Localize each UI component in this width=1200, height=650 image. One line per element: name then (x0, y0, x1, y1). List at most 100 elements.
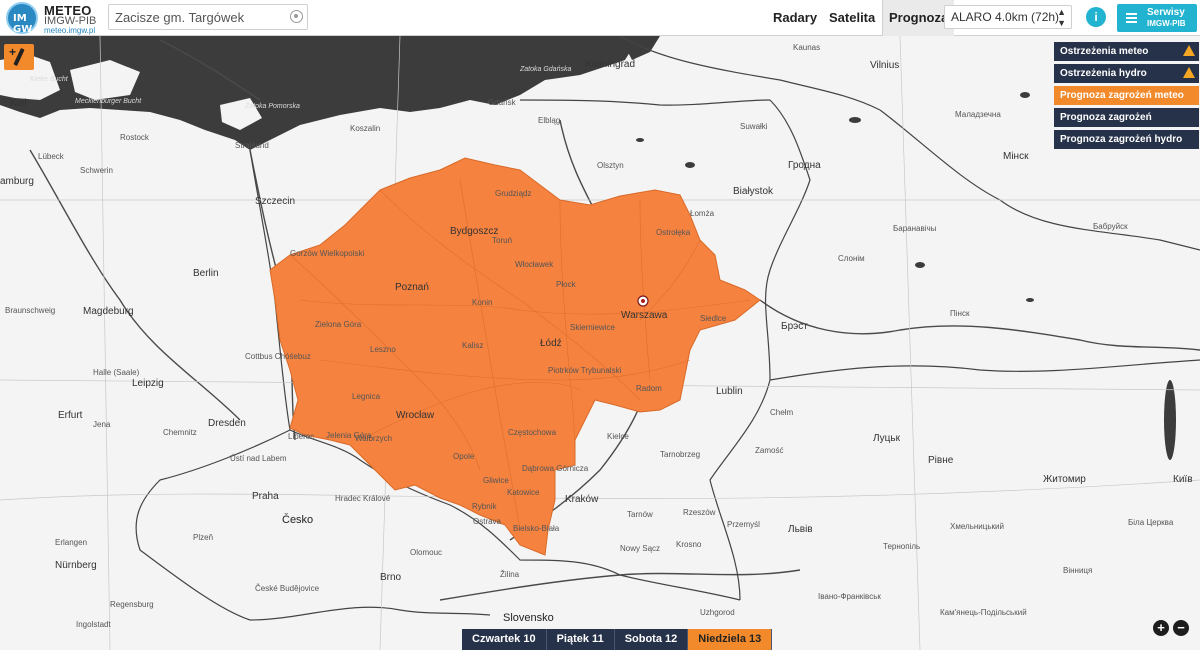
map-label-halle: Halle (Saale) (93, 368, 140, 377)
map-label-kalisz: Kalisz (462, 341, 484, 350)
map-label-lviv: Львів (788, 524, 813, 535)
map-label-jelenia-gora: Jelenia Góra (326, 431, 372, 440)
map-label-ternopil: Тернопіль (883, 542, 921, 551)
map-label-koszalin: Koszalin (350, 124, 381, 133)
map-label-torun: Toruń (492, 236, 513, 245)
map-label-schwerin: Schwerin (80, 166, 113, 175)
map-label-leszno: Leszno (370, 345, 396, 354)
serwisy-button[interactable]: Serwisy IMGW-PIB (1117, 4, 1197, 32)
map-label-praha: Praha (252, 491, 279, 502)
map-label-gliwice: Gliwice (483, 476, 509, 485)
logo-mark: IM GW (13, 13, 33, 35)
layer-label: Ostrzeżenia meteo (1060, 46, 1149, 57)
map-label-regensburg: Regensburg (110, 600, 154, 609)
map-label-gorzow: Gorzów Wielkopolski (290, 249, 365, 258)
map-label-szczecin: Szczecin (255, 196, 296, 207)
layer-prognoza-meteo[interactable]: Prognoza zagrożeń meteo (1054, 86, 1199, 105)
layer-prognoza-drogowych[interactable]: Prognoza zagrożeń drogowych (1054, 108, 1199, 142)
map-label-ivano-frankivsk: Івано-Франківськ (818, 592, 881, 601)
map-label-lubeck: Lübeck (38, 152, 64, 161)
map-label-warszawa: Warszawa (621, 310, 668, 321)
map-label-konin: Konin (472, 298, 493, 307)
layer-ostrzezenia-meteo[interactable]: Ostrzeżenia meteo (1054, 42, 1199, 61)
map-label-gdansk: Gdańsk (488, 98, 516, 107)
map-canvas[interactable]: Kiel Lübeck Schwerin amburg Rostock Stra… (0, 36, 1200, 650)
map-label-ostroleka: Ostrołęka (656, 228, 691, 237)
day-tab-piatek[interactable]: Piątek 11 (546, 629, 615, 650)
map-label-zamosc: Zamość (755, 446, 784, 455)
map-label-braunschweig: Braunschweig (5, 306, 56, 315)
locate-icon[interactable] (290, 10, 303, 23)
brand-url[interactable]: meteo.imgw.pl (44, 26, 95, 35)
day-tab-sobota[interactable]: Sobota 12 (614, 629, 689, 650)
layers-panel: Ostrzeżenia meteo Ostrzeżenia hydro Prog… (1054, 42, 1199, 152)
map-label-nurnberg: Nürnberg (55, 560, 97, 571)
sea-label-mecklenburger: Mecklenburger Bucht (75, 98, 142, 105)
map-label-lutsk: Луцьк (873, 433, 900, 444)
map-label-slonim: Слонім (838, 254, 865, 263)
map-label-olsztyn: Olsztyn (597, 161, 624, 170)
map-label-rzeszow: Rzeszów (683, 508, 716, 517)
map-label-ceske-budejovice: České Budějovice (255, 584, 320, 593)
imgw-logo[interactable]: IM GW (6, 2, 38, 35)
map-label-kyiv: Київ (1173, 474, 1193, 485)
map-label-hradec-kralove: Hradec Králové (335, 494, 391, 503)
layer-ostrzezenia-hydro[interactable]: Ostrzeżenia hydro (1054, 64, 1199, 83)
map-label-skierniewice: Skierniewice (570, 323, 615, 332)
location-search-input[interactable] (109, 5, 279, 29)
draw-tool-button[interactable]: + (4, 44, 34, 70)
map-label-plock: Płock (556, 280, 576, 289)
map-label-chelm: Chełm (770, 408, 794, 417)
map-label-brest: Брэст (781, 321, 808, 332)
map-label-rybnik: Rybnik (472, 502, 497, 511)
map-label-poznan: Poznań (395, 282, 429, 293)
map-label-rivne: Рівне (928, 455, 954, 466)
map-label-zielona-gora: Zielona Góra (315, 320, 362, 329)
layer-label: Ostrzeżenia hydro (1060, 68, 1147, 79)
map-label-plzen: Plzeň (193, 533, 214, 542)
map-label-stralsund: Stralsund (235, 141, 269, 150)
warning-icon (1183, 67, 1195, 78)
nav-satelita[interactable]: Satelita (829, 0, 875, 36)
map-label-rostock: Rostock (120, 133, 149, 142)
map-label-olomouc: Olomouc (410, 548, 443, 557)
map-label-magdeburg: Magdeburg (83, 306, 134, 317)
zoom-in-button[interactable]: + (1153, 620, 1169, 636)
map-label-liberec: Liberec (288, 432, 315, 441)
map-label-kielce: Kielce (607, 432, 629, 441)
map-label-zilina: Žilina (500, 570, 520, 579)
map-label-grudziadz: Grudziądz (495, 189, 532, 198)
map-label-chemnitz: Chemnitz (163, 428, 197, 437)
map-label-cottbus: Cottbus Chóśebuz (245, 352, 311, 361)
model-select[interactable]: ALARO 4.0km (72h) ▲ ▼ (944, 5, 1072, 29)
map-label-radom: Radom (636, 384, 662, 393)
map-label-lublin: Lublin (716, 386, 743, 397)
map-label-katowice: Katowice (507, 488, 540, 497)
model-select-value: ALARO 4.0km (72h) (951, 10, 1060, 24)
map-label-przemysl: Przemyśl (727, 520, 760, 529)
map-label-kaunas: Kaunas (793, 43, 821, 52)
map-label-slovensko: Slovensko (503, 612, 554, 624)
map-label-baranavichy: Барaнавічы (893, 224, 937, 233)
map-label-nowy-sacz: Nowy Sącz (620, 544, 661, 553)
map-label-kamianets: Кам'янець-Подільський (940, 608, 1027, 617)
serwisy-sublabel: IMGW-PIB (1147, 19, 1186, 28)
nav-radary[interactable]: Radary (773, 0, 817, 36)
day-tab-czwartek[interactable]: Czwartek 10 (462, 629, 547, 650)
map-label-jena: Jena (93, 420, 111, 429)
day-tab-niedziela[interactable]: Niedziela 13 (688, 629, 773, 650)
info-button[interactable]: i (1086, 7, 1106, 27)
layer-prognoza-hydro[interactable]: Prognoza zagrożeń hydro (1054, 130, 1199, 149)
zoom-out-button[interactable]: − (1173, 620, 1189, 636)
map-label-uzhgorod: Uzhgorod (700, 608, 735, 617)
layer-label: Prognoza zagrożeń meteo (1060, 90, 1184, 101)
map-label-cesko: Česko (282, 514, 314, 526)
day-tabs: Czwartek 10 Piątek 11 Sobota 12 Niedziel… (462, 629, 773, 650)
map-label-vinnytsia: Вінниця (1063, 566, 1093, 575)
map-label-elblag: Elbląg (538, 116, 561, 125)
select-arrows-icon: ▲ ▼ (1057, 7, 1066, 28)
plus-icon: + (9, 45, 17, 59)
map-label-bialystok: Białystok (733, 186, 774, 197)
map-label-lodz: Łódź (540, 338, 562, 349)
map-label-bila-tserkva: Біла Церква (1128, 518, 1174, 527)
